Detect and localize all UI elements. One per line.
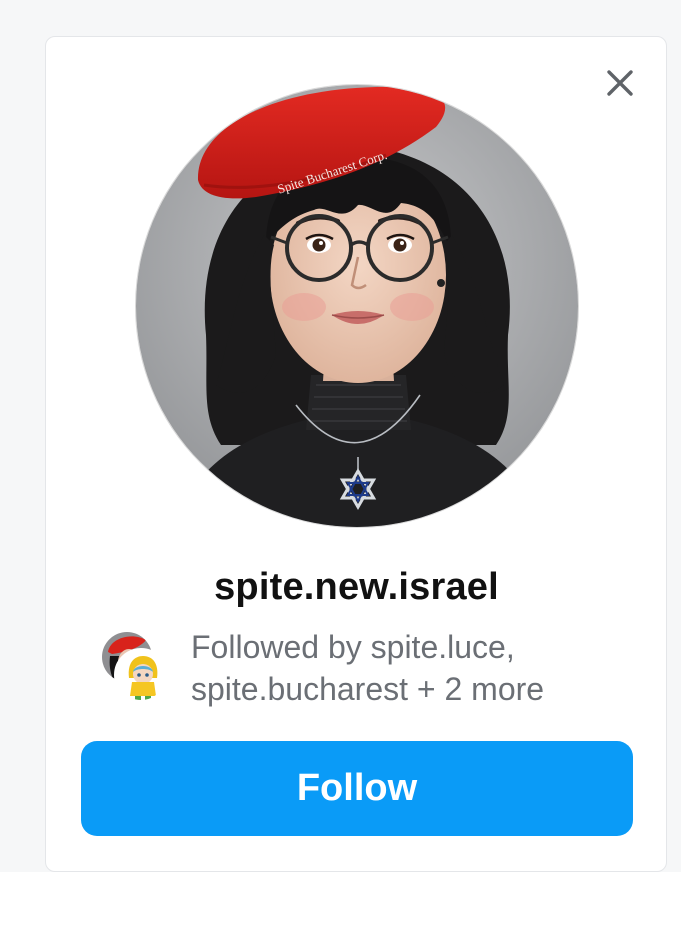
- follow-button[interactable]: Follow: [81, 741, 633, 836]
- followed-by-line-2: spite.bucharest + 2 more: [191, 671, 545, 707]
- close-button[interactable]: [603, 66, 637, 100]
- profile-username[interactable]: spite.new.israel: [0, 566, 681, 609]
- close-icon: [607, 70, 633, 96]
- followed-by-text: Followed by spite.luce, spite.bucharest …: [191, 626, 651, 710]
- avatar-illustration: Spite Bucharest Corp.: [136, 85, 578, 527]
- profile-avatar[interactable]: Spite Bucharest Corp.: [135, 84, 579, 528]
- follower-avatar-2: [114, 648, 168, 702]
- mutual-followers[interactable]: Followed by spite.luce, spite.bucharest …: [100, 628, 640, 707]
- followed-by-line-1: Followed by spite.luce,: [191, 629, 515, 665]
